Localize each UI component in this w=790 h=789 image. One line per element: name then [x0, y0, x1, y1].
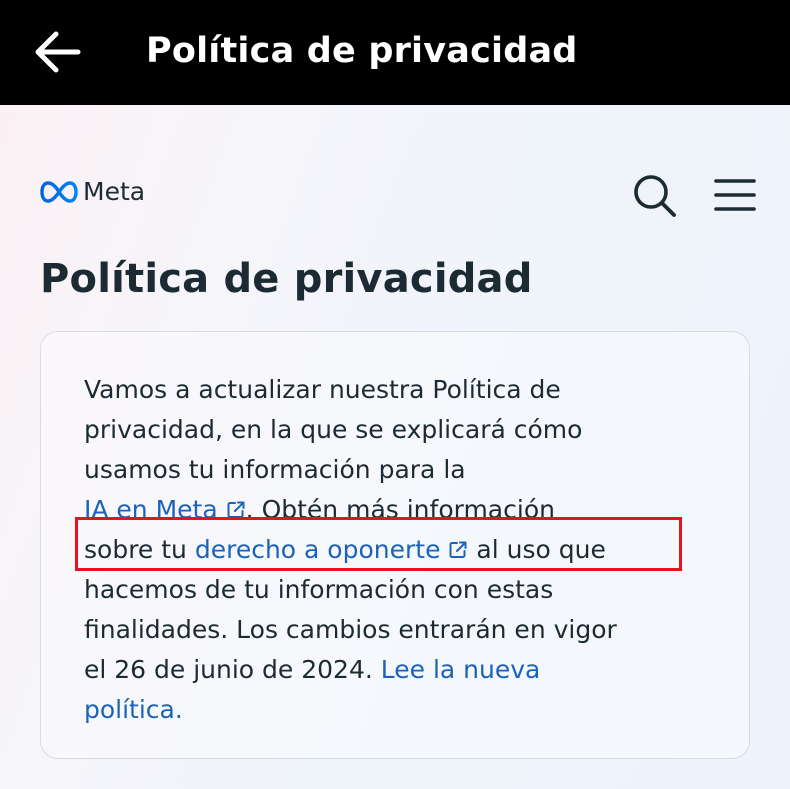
app-bar-title: Política de privacidad	[146, 31, 578, 71]
meta-wordmark: Meta	[83, 177, 146, 206]
back-button[interactable]	[30, 26, 86, 78]
notice-line-9: política.	[84, 690, 183, 730]
menu-button[interactable]	[712, 175, 758, 215]
arrow-left-icon	[35, 31, 81, 73]
notice-line-1: Vamos a actualizar nuestra Política de	[84, 375, 561, 404]
meta-infinity-logo	[40, 181, 78, 203]
notice-line-2: privacidad, en la que se explicará cómo	[84, 415, 583, 444]
hamburger-menu-icon	[714, 179, 756, 211]
read-new-policy-link-part2[interactable]: política.	[84, 695, 183, 724]
notice-line-7: finalidades. Los cambios entrarán en vig…	[84, 615, 617, 644]
page-title: Política de privacidad	[40, 256, 533, 302]
notice-line-8-prefix: el 26 de junio de 2024.	[84, 655, 381, 684]
notice-line-8: el 26 de junio de 2024. Lee la nueva	[84, 650, 540, 690]
notice-line-6: hacemos de tu información con estas	[84, 575, 554, 604]
app-bar: Política de privacidad	[0, 0, 790, 105]
webview-content: Meta Política de privacidad Vamos a actu…	[0, 105, 790, 789]
search-icon	[634, 175, 676, 217]
meta-logo[interactable]: Meta	[40, 177, 145, 207]
read-new-policy-link-part1[interactable]: Lee la nueva	[381, 655, 541, 684]
highlight-box	[75, 517, 682, 571]
search-button[interactable]	[630, 171, 678, 219]
notice-line-3: usamos tu información para la	[84, 455, 466, 484]
